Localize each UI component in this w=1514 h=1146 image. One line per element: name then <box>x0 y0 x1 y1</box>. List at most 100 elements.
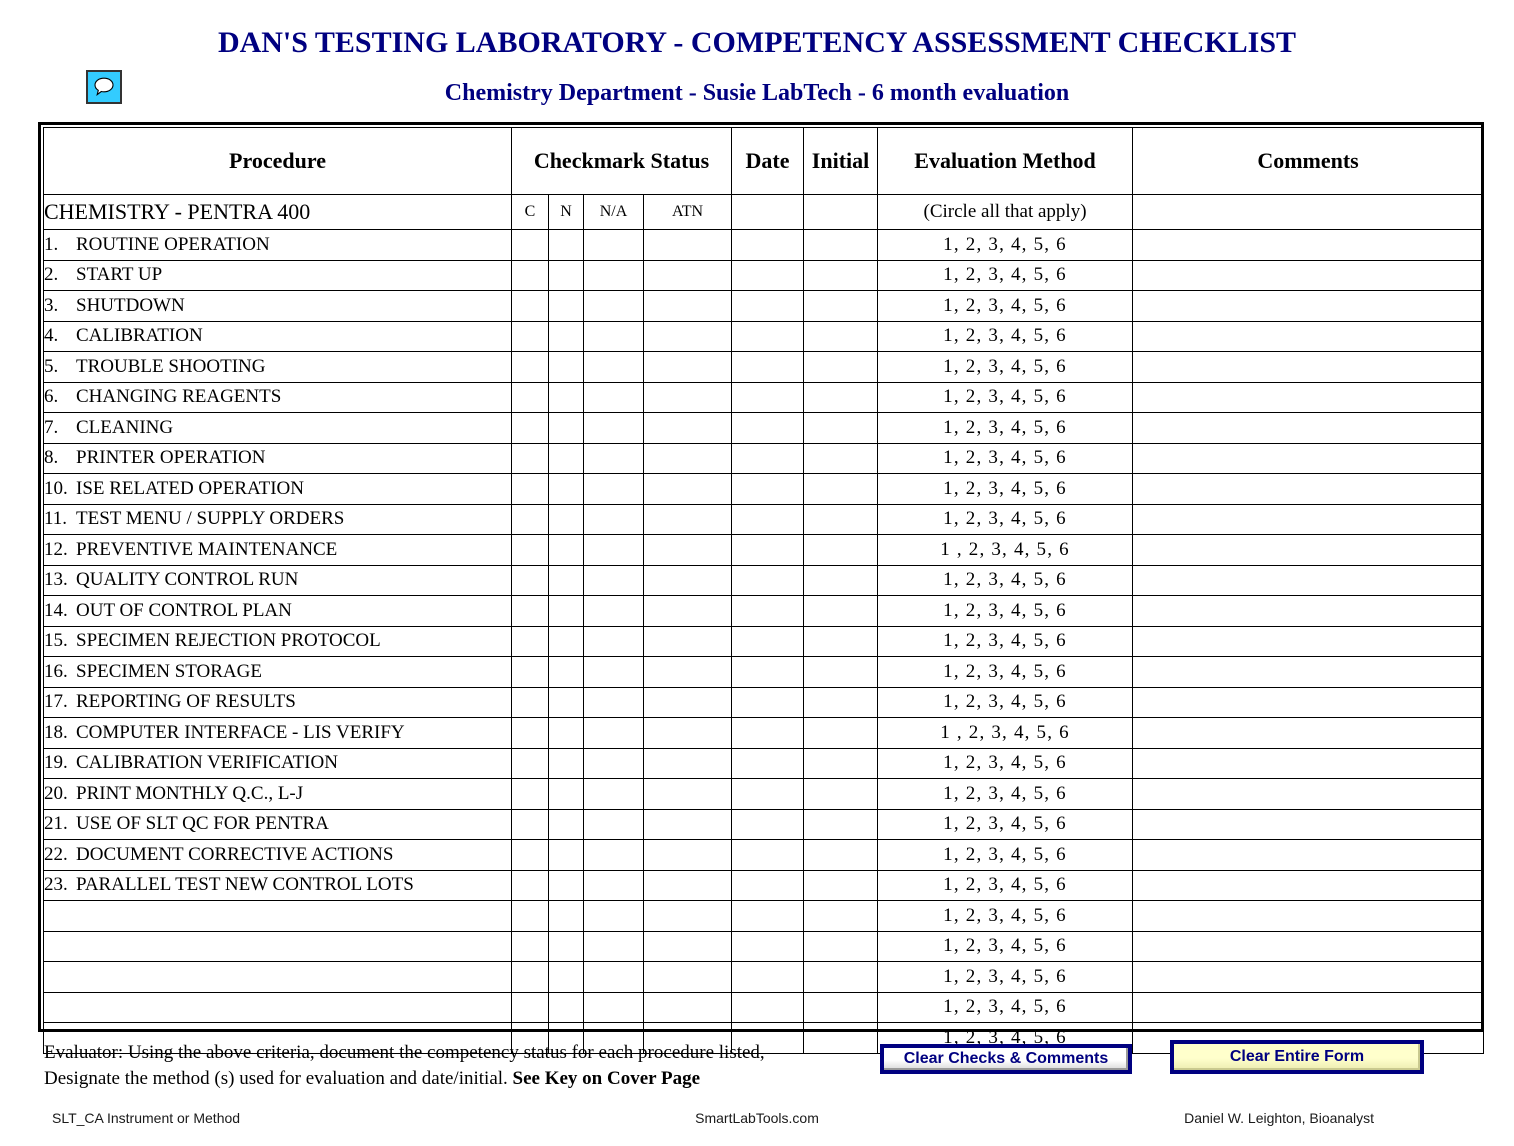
comments-cell[interactable] <box>1133 626 1484 657</box>
initial-cell[interactable] <box>804 474 878 505</box>
status-na-cell[interactable] <box>584 870 644 901</box>
status-atn-cell[interactable] <box>644 840 732 871</box>
date-cell[interactable] <box>732 718 804 749</box>
date-cell[interactable] <box>732 321 804 352</box>
comments-cell[interactable] <box>1133 992 1484 1023</box>
status-c-cell[interactable] <box>512 504 549 535</box>
evaluation-method-cell[interactable]: 1, 2, 3, 4, 5, 6 <box>878 230 1133 261</box>
date-cell[interactable] <box>732 840 804 871</box>
status-na-cell[interactable] <box>584 504 644 535</box>
comments-cell[interactable] <box>1133 321 1484 352</box>
status-n-cell[interactable] <box>549 718 584 749</box>
initial-cell[interactable] <box>804 321 878 352</box>
comments-cell[interactable] <box>1133 352 1484 383</box>
evaluation-method-cell[interactable]: 1, 2, 3, 4, 5, 6 <box>878 352 1133 383</box>
evaluation-method-cell[interactable]: 1, 2, 3, 4, 5, 6 <box>878 596 1133 627</box>
status-c-cell[interactable] <box>512 443 549 474</box>
evaluation-method-cell[interactable]: 1, 2, 3, 4, 5, 6 <box>878 321 1133 352</box>
status-na-cell[interactable] <box>584 474 644 505</box>
initial-cell[interactable] <box>804 352 878 383</box>
status-na-cell[interactable] <box>584 748 644 779</box>
status-n-cell[interactable] <box>549 474 584 505</box>
initial-cell[interactable] <box>804 657 878 688</box>
status-atn-cell[interactable] <box>644 931 732 962</box>
initial-cell[interactable] <box>804 626 878 657</box>
status-c-cell[interactable] <box>512 474 549 505</box>
status-c-cell[interactable] <box>512 413 549 444</box>
status-na-cell[interactable] <box>584 901 644 932</box>
comments-cell[interactable] <box>1133 291 1484 322</box>
status-na-cell[interactable] <box>584 687 644 718</box>
status-n-cell[interactable] <box>549 931 584 962</box>
comments-cell[interactable] <box>1133 565 1484 596</box>
status-c-cell[interactable] <box>512 901 549 932</box>
status-n-cell[interactable] <box>549 596 584 627</box>
status-atn-cell[interactable] <box>644 779 732 810</box>
status-n-cell[interactable] <box>549 535 584 566</box>
initial-cell[interactable] <box>804 230 878 261</box>
status-atn-cell[interactable] <box>644 443 732 474</box>
status-na-cell[interactable] <box>584 809 644 840</box>
status-atn-cell[interactable] <box>644 321 732 352</box>
comments-cell[interactable] <box>1133 931 1484 962</box>
comments-cell[interactable] <box>1133 718 1484 749</box>
status-n-cell[interactable] <box>549 260 584 291</box>
date-cell[interactable] <box>732 352 804 383</box>
status-na-cell[interactable] <box>584 260 644 291</box>
status-na-cell[interactable] <box>584 291 644 322</box>
status-atn-cell[interactable] <box>644 504 732 535</box>
status-na-cell[interactable] <box>584 565 644 596</box>
status-na-cell[interactable] <box>584 718 644 749</box>
evaluation-method-cell[interactable]: 1, 2, 3, 4, 5, 6 <box>878 504 1133 535</box>
status-c-cell[interactable] <box>512 779 549 810</box>
initial-cell[interactable] <box>804 748 878 779</box>
comments-cell[interactable] <box>1133 657 1484 688</box>
initial-cell[interactable] <box>804 565 878 596</box>
status-n-cell[interactable] <box>549 382 584 413</box>
date-cell[interactable] <box>732 992 804 1023</box>
comments-cell[interactable] <box>1133 748 1484 779</box>
date-cell[interactable] <box>732 413 804 444</box>
status-c-cell[interactable] <box>512 230 549 261</box>
status-n-cell[interactable] <box>549 992 584 1023</box>
status-c-cell[interactable] <box>512 321 549 352</box>
evaluation-method-cell[interactable]: 1, 2, 3, 4, 5, 6 <box>878 687 1133 718</box>
date-cell[interactable] <box>732 443 804 474</box>
status-c-cell[interactable] <box>512 352 549 383</box>
status-c-cell[interactable] <box>512 931 549 962</box>
initial-cell[interactable] <box>804 260 878 291</box>
evaluation-method-cell[interactable]: 1, 2, 3, 4, 5, 6 <box>878 962 1133 993</box>
initial-cell[interactable] <box>804 596 878 627</box>
comments-cell[interactable] <box>1133 962 1484 993</box>
status-na-cell[interactable] <box>584 321 644 352</box>
status-n-cell[interactable] <box>549 748 584 779</box>
date-cell[interactable] <box>732 230 804 261</box>
evaluation-method-cell[interactable]: 1, 2, 3, 4, 5, 6 <box>878 992 1133 1023</box>
initial-cell[interactable] <box>804 992 878 1023</box>
evaluation-method-cell[interactable]: 1, 2, 3, 4, 5, 6 <box>878 931 1133 962</box>
date-cell[interactable] <box>732 474 804 505</box>
status-atn-cell[interactable] <box>644 809 732 840</box>
initial-cell[interactable] <box>804 382 878 413</box>
initial-cell[interactable] <box>804 840 878 871</box>
status-n-cell[interactable] <box>549 687 584 718</box>
status-na-cell[interactable] <box>584 962 644 993</box>
status-c-cell[interactable] <box>512 291 549 322</box>
status-atn-cell[interactable] <box>644 413 732 444</box>
status-n-cell[interactable] <box>549 321 584 352</box>
status-atn-cell[interactable] <box>644 748 732 779</box>
evaluation-method-cell[interactable]: 1 , 2, 3, 4, 5, 6 <box>878 535 1133 566</box>
comments-cell[interactable] <box>1133 840 1484 871</box>
status-n-cell[interactable] <box>549 413 584 444</box>
evaluation-method-cell[interactable]: 1, 2, 3, 4, 5, 6 <box>878 840 1133 871</box>
evaluation-method-cell[interactable]: 1, 2, 3, 4, 5, 6 <box>878 657 1133 688</box>
status-atn-cell[interactable] <box>644 535 732 566</box>
evaluation-method-cell[interactable]: 1, 2, 3, 4, 5, 6 <box>878 626 1133 657</box>
comments-cell[interactable] <box>1133 504 1484 535</box>
status-n-cell[interactable] <box>549 504 584 535</box>
initial-cell[interactable] <box>804 901 878 932</box>
status-n-cell[interactable] <box>549 443 584 474</box>
status-n-cell[interactable] <box>549 870 584 901</box>
status-c-cell[interactable] <box>512 535 549 566</box>
status-na-cell[interactable] <box>584 443 644 474</box>
